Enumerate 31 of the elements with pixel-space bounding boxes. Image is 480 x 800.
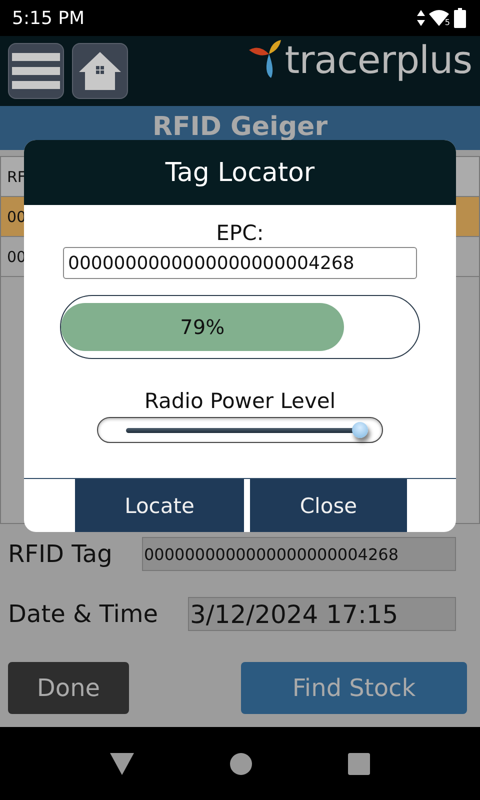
field-label: RFID Tag <box>8 540 112 568</box>
wifi-label: 5 <box>444 18 450 26</box>
logo-icon <box>246 40 281 80</box>
menu-icon <box>12 51 60 91</box>
power-slider[interactable] <box>97 417 383 443</box>
logo-text: tracerplus <box>284 38 472 82</box>
power-label: Radio Power Level <box>144 389 336 413</box>
locate-button[interactable]: Locate <box>75 479 244 532</box>
signal-reading: 79% <box>180 315 225 339</box>
epc-label: EPC: <box>216 221 264 245</box>
menu-button[interactable] <box>8 43 64 99</box>
slider-thumb[interactable] <box>352 422 368 438</box>
status-time: 5:15 PM <box>12 8 85 28</box>
screen-title: RFID Geiger <box>152 112 328 144</box>
epc-field[interactable]: 0000000000000000000004268 <box>63 247 417 279</box>
done-button[interactable]: Done <box>8 662 129 714</box>
data-arrows-icon <box>416 10 425 26</box>
close-button[interactable]: Close <box>250 479 407 532</box>
home-button[interactable] <box>72 43 128 99</box>
recents-icon[interactable] <box>348 752 370 774</box>
dialog-title: Tag Locator <box>165 158 315 188</box>
value-field[interactable]: 0000000000000000000004268 <box>142 537 456 571</box>
home-icon <box>79 52 121 90</box>
home-nav-icon[interactable] <box>230 752 252 774</box>
field-label: Date & Time <box>8 600 158 628</box>
wifi-icon <box>428 10 449 26</box>
value-field[interactable]: 3/12/2024 17:15 <box>188 597 456 631</box>
table-cell: RF <box>7 168 26 186</box>
battery-icon <box>454 8 466 28</box>
find-stock-button[interactable]: Find Stock <box>241 662 467 714</box>
back-icon[interactable] <box>110 752 134 774</box>
